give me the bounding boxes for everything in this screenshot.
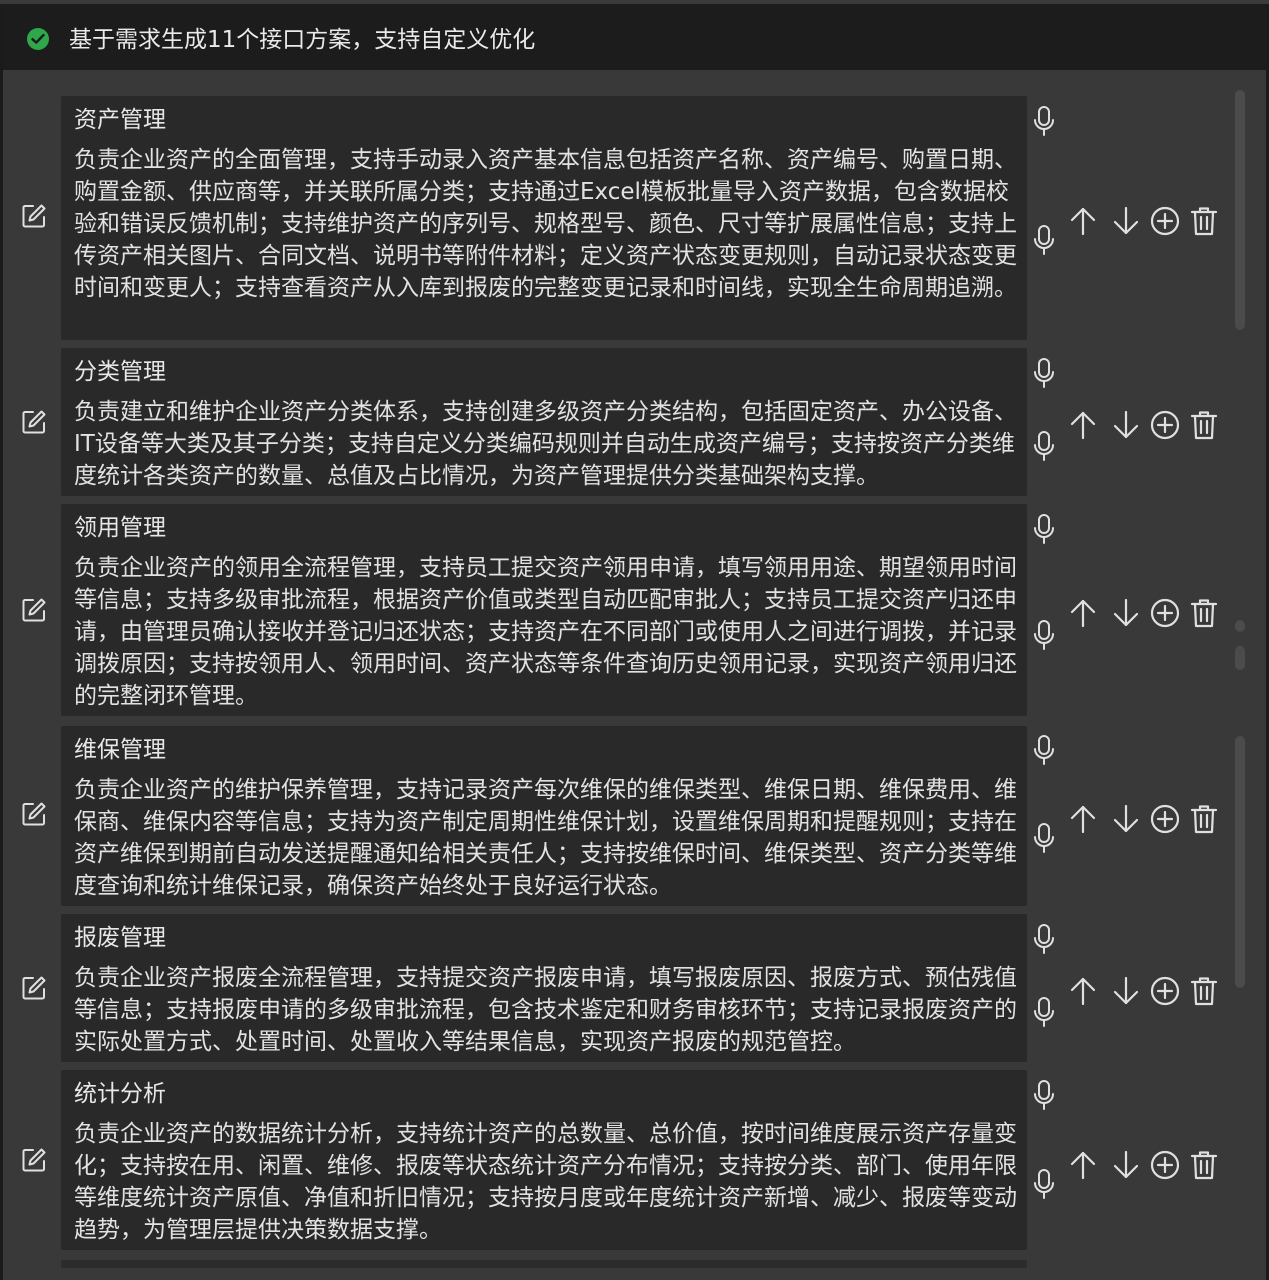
arrow-up-icon[interactable] xyxy=(1068,804,1098,834)
microphone-icon[interactable] xyxy=(1029,620,1059,650)
trash-icon[interactable] xyxy=(1189,804,1219,834)
edit-icon[interactable] xyxy=(19,407,49,437)
arrow-up-icon[interactable] xyxy=(1068,206,1098,236)
microphone-icon[interactable] xyxy=(1029,823,1059,853)
plus-circle-icon[interactable] xyxy=(1150,598,1180,628)
list-item[interactable]: 统计分析 负责企业资产的数据统计分析，支持统计资产的总数量、总价值，按时间维度展… xyxy=(61,1070,1027,1250)
arrow-up-icon[interactable] xyxy=(1068,410,1098,440)
scrollbar-thumb[interactable] xyxy=(1235,646,1245,670)
arrow-down-icon[interactable] xyxy=(1111,410,1141,440)
arrow-up-icon[interactable] xyxy=(1068,976,1098,1006)
microphone-icon[interactable] xyxy=(1029,1169,1059,1199)
scrollbar-thumb[interactable] xyxy=(1235,90,1245,330)
plus-circle-icon[interactable] xyxy=(1150,206,1180,236)
status-header: 基于需求生成11个接口方案，支持自定义优化 xyxy=(3,4,1266,70)
item-title: 领用管理 xyxy=(74,515,166,541)
status-message: 基于需求生成11个接口方案，支持自定义优化 xyxy=(69,27,536,53)
item-description: 负责企业资产的领用全流程管理，支持员工提交资产领用申请，填写领用用途、期望领用时… xyxy=(74,555,1017,709)
microphone-icon[interactable] xyxy=(1029,514,1059,544)
item-title: 维保管理 xyxy=(74,737,166,763)
plus-circle-icon[interactable] xyxy=(1150,804,1180,834)
arrow-down-icon[interactable] xyxy=(1111,206,1141,236)
arrow-up-icon[interactable] xyxy=(1068,1150,1098,1180)
arrow-down-icon[interactable] xyxy=(1111,1150,1141,1180)
microphone-icon[interactable] xyxy=(1029,924,1059,954)
plus-circle-icon[interactable] xyxy=(1150,976,1180,1006)
item-title: 报废管理 xyxy=(74,925,166,951)
trash-icon[interactable] xyxy=(1189,598,1219,628)
trash-icon[interactable] xyxy=(1189,206,1219,236)
list-item[interactable]: 报废管理 负责企业资产报废全流程管理，支持提交资产报废申请，填写报废原因、报废方… xyxy=(61,914,1027,1062)
arrow-down-icon[interactable] xyxy=(1111,804,1141,834)
check-circle-icon xyxy=(27,28,49,50)
scrollbar-thumb[interactable] xyxy=(1235,736,1245,988)
microphone-icon[interactable] xyxy=(1029,225,1059,255)
edit-icon[interactable] xyxy=(19,595,49,625)
list-item[interactable]: 维保管理 负责企业资产的维护保养管理，支持记录资产每次维保的维保类型、维保日期、… xyxy=(61,726,1027,906)
item-description: 负责建立和维护企业资产分类体系，支持创建多级资产分类结构，包括固定资产、办公设备… xyxy=(74,399,1017,489)
microphone-icon[interactable] xyxy=(1029,997,1059,1027)
item-description: 负责企业资产的全面管理，支持手动录入资产基本信息包括资产名称、资产编号、购置日期… xyxy=(74,147,1017,301)
interface-list-panel: 资产管理 负责企业资产的全面管理，支持手动录入资产基本信息包括资产名称、资产编号… xyxy=(3,70,1266,1280)
scrollbar-thumb[interactable] xyxy=(1235,620,1245,632)
edit-icon[interactable] xyxy=(19,201,49,231)
plus-circle-icon[interactable] xyxy=(1150,1150,1180,1180)
trash-icon[interactable] xyxy=(1189,976,1219,1006)
item-description: 负责企业资产报废全流程管理，支持提交资产报废申请，填写报废原因、报废方式、预估残… xyxy=(74,965,1017,1055)
list-item[interactable]: 分类管理 负责建立和维护企业资产分类体系，支持创建多级资产分类结构，包括固定资产… xyxy=(61,348,1027,496)
arrow-down-icon[interactable] xyxy=(1111,598,1141,628)
item-title: 统计分析 xyxy=(74,1081,166,1107)
microphone-icon[interactable] xyxy=(1029,1080,1059,1110)
edit-icon[interactable] xyxy=(19,799,49,829)
trash-icon[interactable] xyxy=(1189,1150,1219,1180)
edit-icon[interactable] xyxy=(19,973,49,1003)
edit-icon[interactable] xyxy=(19,1145,49,1175)
plus-circle-icon[interactable] xyxy=(1150,410,1180,440)
list-item[interactable]: 资产管理 负责企业资产的全面管理，支持手动录入资产基本信息包括资产名称、资产编号… xyxy=(61,96,1027,340)
arrow-down-icon[interactable] xyxy=(1111,976,1141,1006)
microphone-icon[interactable] xyxy=(1029,431,1059,461)
item-title: 资产管理 xyxy=(74,107,166,133)
item-description: 负责企业资产的数据统计分析，支持统计资产的总数量、总价值，按时间维度展示资产存量… xyxy=(74,1121,1017,1243)
microphone-icon[interactable] xyxy=(1029,358,1059,388)
arrow-up-icon[interactable] xyxy=(1068,598,1098,628)
item-title: 分类管理 xyxy=(74,359,166,385)
item-description: 负责企业资产的维护保养管理，支持记录资产每次维保的维保类型、维保日期、维保费用、… xyxy=(74,777,1017,899)
list-item[interactable]: 领用管理 负责企业资产的领用全流程管理，支持员工提交资产领用申请，填写领用用途、… xyxy=(61,504,1027,716)
next-item-edge xyxy=(61,1260,1027,1268)
microphone-icon[interactable] xyxy=(1029,106,1059,136)
microphone-icon[interactable] xyxy=(1029,735,1059,765)
trash-icon[interactable] xyxy=(1189,410,1219,440)
